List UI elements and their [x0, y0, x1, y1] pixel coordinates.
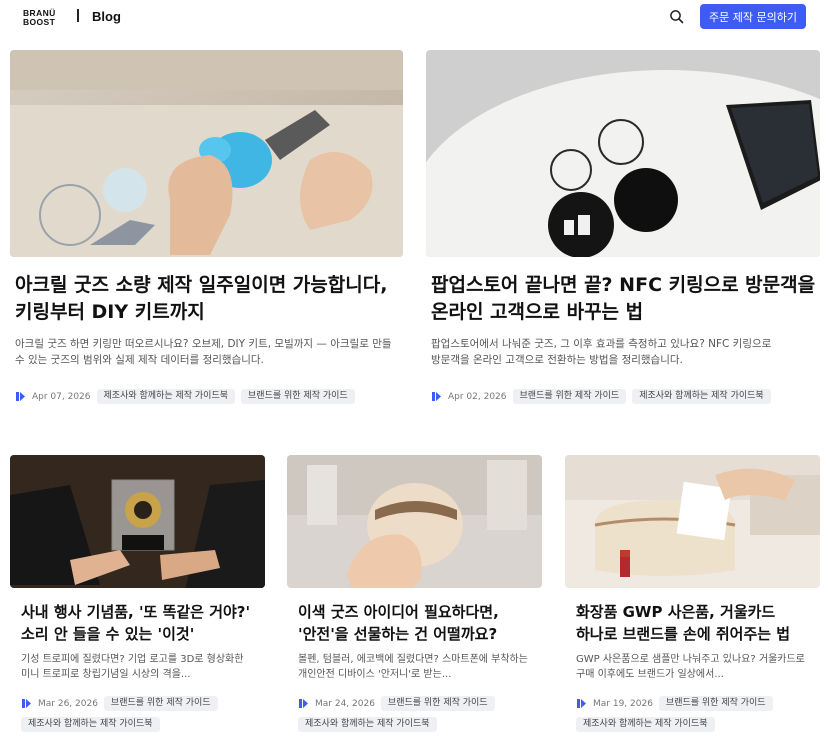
post-tag[interactable]: 브랜드를 위한 제작 가이드 [658, 696, 773, 711]
post-tag[interactable]: 브랜드를 위한 제작 가이드 [103, 696, 218, 711]
post-card[interactable]: 화장품 GWP 사은품, 거울카드 하나로 브랜드를 손에 쥐어주는 법 GWP… [565, 455, 820, 740]
post-date: Mar 26, 2026 [38, 698, 98, 709]
post-tag[interactable]: 제조사와 함께하는 제작 가이드북 [96, 389, 236, 404]
post-meta: Mar 24, 2026 브랜드를 위한 제작 가이드 제조사와 함께하는 제작… [298, 696, 538, 732]
post-tag[interactable]: 브랜드를 위한 제작 가이드 [512, 389, 627, 404]
post-thumbnail [287, 455, 542, 588]
post-meta: Apr 02, 2026 브랜드를 위한 제작 가이드 제조사와 함께하는 제작… [431, 389, 819, 404]
post-tag[interactable]: 제조사와 함께하는 제작 가이드북 [576, 717, 715, 732]
featured-post-card[interactable]: 아크릴 굿즈 소량 제작 일주일이면 가능합니다, 키링부터 DIY 키트까지 … [10, 50, 403, 410]
post-title[interactable]: 사내 행사 기념품, '또 똑같은 거야?' 소리 안 들을 수 있는 '이것' [21, 601, 265, 645]
post-date: Apr 02, 2026 [448, 391, 507, 402]
logo-bottom: BOOST [23, 17, 56, 27]
order-inquiry-button[interactable]: 주문 제작 문의하기 [700, 4, 806, 29]
post-title[interactable]: 화장품 GWP 사은품, 거울카드 하나로 브랜드를 손에 쥐어주는 법 [576, 601, 820, 645]
site-header: BRANÜ BOOST Blog 주문 제작 문의하기 [0, 0, 828, 36]
post-title[interactable]: 팝업스토어 끝나면 끝? NFC 키링으로 방문객을 온라인 고객으로 바꾸는 … [431, 272, 819, 326]
post-card[interactable]: 사내 행사 기념품, '또 똑같은 거야?' 소리 안 들을 수 있는 '이것'… [10, 455, 265, 740]
post-description: 기성 트로피에 질렸다면? 기업 로고를 3D로 형상화한 미니 트로피로 창립… [21, 654, 244, 680]
post-tag[interactable]: 제조사와 함께하는 제작 가이드북 [298, 717, 437, 732]
post-thumbnail [565, 455, 820, 588]
post-thumbnail [10, 50, 403, 257]
post-date: Apr 07, 2026 [32, 391, 91, 402]
brand-mini-icon [15, 391, 26, 402]
post-title[interactable]: 아크릴 굿즈 소량 제작 일주일이면 가능합니다, 키링부터 DIY 키트까지 [15, 272, 403, 326]
blog-link[interactable]: Blog [92, 9, 121, 24]
post-thumbnail [426, 50, 820, 257]
post-tag[interactable]: 브랜드를 위한 제작 가이드 [241, 389, 355, 404]
brand-logo[interactable]: BRANÜ BOOST [23, 9, 56, 27]
post-meta: Apr 07, 2026 제조사와 함께하는 제작 가이드북 브랜드를 위한 제… [15, 389, 403, 404]
post-tag[interactable]: 제조사와 함께하는 제작 가이드북 [632, 389, 771, 404]
post-description: 팝업스토어에서 나눠준 굿즈, 그 이후 효과를 측정하고 있나요? NFC 키… [431, 338, 772, 366]
post-description: GWP 사은품으로 샘플만 나눠주고 있나요? 거울카드로 구매 이후에도 브랜… [576, 654, 805, 680]
brand-mini-icon [431, 391, 442, 402]
brand-mini-icon [21, 698, 32, 709]
post-description: 아크릴 굿즈 하면 키링만 떠오르시나요? 오브제, DIY 키트, 모빌까지 … [15, 338, 392, 366]
logo-divider [77, 9, 79, 22]
brand-mini-icon [576, 698, 587, 709]
post-tag[interactable]: 제조사와 함께하는 제작 가이드북 [21, 717, 160, 732]
post-tag[interactable]: 브랜드를 위한 제작 가이드 [380, 696, 495, 711]
post-title[interactable]: 이색 굿즈 아이디어 필요하다면, '안전'을 선물하는 건 어떨까요? [298, 601, 542, 645]
search-icon[interactable] [668, 8, 686, 26]
post-description: 볼펜, 텀블러, 에코백에 질렸다면? 스마트폰에 부착하는 개인안전 디바이스… [298, 654, 528, 680]
post-date: Mar 24, 2026 [315, 698, 375, 709]
post-meta: Mar 26, 2026 브랜드를 위한 제작 가이드 제조사와 함께하는 제작… [21, 696, 261, 732]
featured-post-card[interactable]: 팝업스토어 끝나면 끝? NFC 키링으로 방문객을 온라인 고객으로 바꾸는 … [426, 50, 820, 410]
post-card[interactable]: 이색 굿즈 아이디어 필요하다면, '안전'을 선물하는 건 어떨까요? 볼펜,… [287, 455, 542, 740]
post-meta: Mar 19, 2026 브랜드를 위한 제작 가이드 제조사와 함께하는 제작… [576, 696, 816, 732]
post-date: Mar 19, 2026 [593, 698, 653, 709]
post-thumbnail [10, 455, 265, 588]
brand-mini-icon [298, 698, 309, 709]
